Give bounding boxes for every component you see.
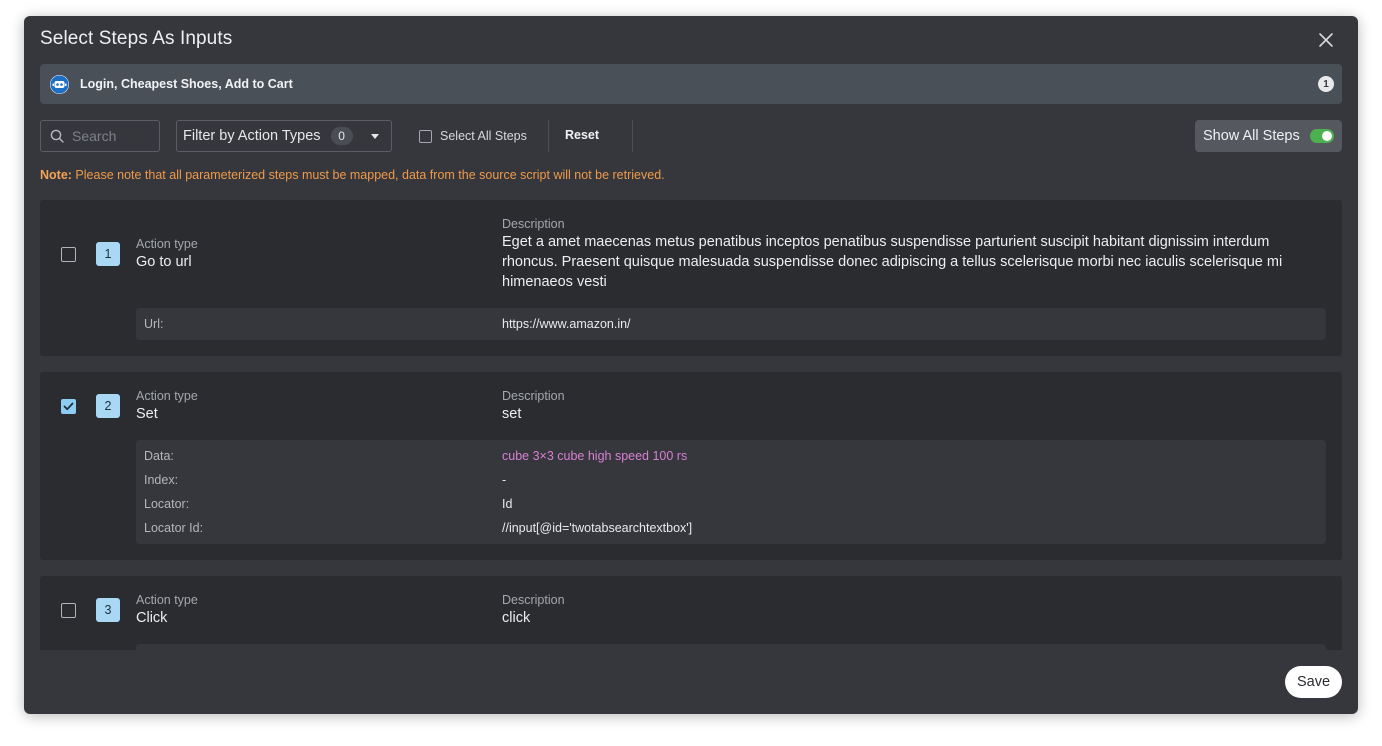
select-all-label: Select All Steps xyxy=(440,129,527,143)
check-icon xyxy=(63,402,74,411)
note-text: Note: Please note that all parameterized… xyxy=(40,168,665,182)
action-type-filter[interactable]: Filter by Action Types 0 xyxy=(176,120,392,152)
show-all-steps-toggle[interactable]: Show All Steps xyxy=(1195,120,1342,152)
save-button[interactable]: Save xyxy=(1285,666,1342,698)
params-box: Data: cube 3×3 cube high speed 100 rs In… xyxy=(136,440,1326,544)
step-card: 3 Action type Click Description click xyxy=(40,576,1342,650)
param-value: cube 3×3 cube high speed 100 rs xyxy=(502,449,688,463)
close-icon xyxy=(1319,33,1333,47)
description-value: click xyxy=(502,610,531,626)
action-type-value: Go to url xyxy=(136,254,192,270)
toolbar: Filter by Action Types 0 Select All Step… xyxy=(40,120,1342,152)
description-value: Eget a amet maecenas metus penatibus inc… xyxy=(502,234,1283,290)
step-card: 1 Action type Go to url Description Eget… xyxy=(40,200,1342,356)
show-all-label: Show All Steps xyxy=(1203,128,1300,144)
param-key: Data: xyxy=(144,449,174,463)
search-icon xyxy=(50,129,64,143)
params-box: Url: https://www.amazon.in/ xyxy=(136,308,1326,340)
script-name: Login, Cheapest Shoes, Add to Cart xyxy=(80,77,293,91)
param-key: Locator Id: xyxy=(144,521,204,535)
toggle-switch[interactable] xyxy=(1310,129,1334,143)
description-label: Description xyxy=(502,593,565,607)
param-value: https://www.amazon.in/ xyxy=(502,317,631,331)
step-number: 1 xyxy=(96,242,120,266)
param-key: Url: xyxy=(144,317,164,331)
step-number: 3 xyxy=(96,598,120,622)
search-box xyxy=(40,120,160,152)
action-type-label: Action type xyxy=(136,237,198,251)
step-card: 2 Action type Set Description set Data: … xyxy=(40,372,1342,560)
params-box xyxy=(136,644,1326,650)
note-body: Please note that all parameterized steps… xyxy=(71,168,665,182)
step-checkbox[interactable] xyxy=(61,603,76,618)
script-count-badge: 1 xyxy=(1318,76,1334,92)
note-prefix: Note: xyxy=(40,168,72,182)
select-steps-modal: Select Steps As Inputs Login, Cheapest S… xyxy=(24,16,1358,714)
description-value: set xyxy=(502,406,522,422)
param-key: Locator: xyxy=(144,497,190,511)
action-type-label: Action type xyxy=(136,389,198,403)
step-number: 2 xyxy=(96,394,120,418)
filter-count-badge: 0 xyxy=(330,127,353,145)
step-checkbox[interactable] xyxy=(61,247,76,262)
caret-down-icon xyxy=(371,134,379,139)
toolbar-divider xyxy=(632,120,633,152)
action-type-value: Set xyxy=(136,406,158,422)
step-checkbox[interactable] xyxy=(61,399,76,414)
description-label: Description xyxy=(502,217,565,231)
param-value: Id xyxy=(502,497,513,511)
modal-title: Select Steps As Inputs xyxy=(40,28,233,49)
action-type-value: Click xyxy=(136,610,168,626)
action-type-label: Action type xyxy=(136,593,198,607)
steps-list: 1 Action type Go to url Description Eget… xyxy=(40,200,1342,650)
toolbar-divider xyxy=(548,120,549,152)
toggle-knob xyxy=(1322,131,1332,141)
script-bar[interactable]: Login, Cheapest Shoes, Add to Cart 1 xyxy=(40,64,1342,104)
search-input[interactable] xyxy=(72,128,156,144)
param-value: //input[@id='twotabsearchtextbox'] xyxy=(502,521,693,535)
param-key: Index: xyxy=(144,473,179,487)
description-label: Description xyxy=(502,389,565,403)
close-button[interactable] xyxy=(1316,30,1336,50)
param-value: - xyxy=(502,473,507,487)
select-all-steps[interactable]: Select All Steps xyxy=(419,120,527,152)
select-all-checkbox[interactable] xyxy=(419,129,432,143)
robot-logo-icon xyxy=(50,74,69,94)
filter-label: Filter by Action Types xyxy=(183,128,321,144)
reset-button[interactable]: Reset xyxy=(565,128,599,142)
